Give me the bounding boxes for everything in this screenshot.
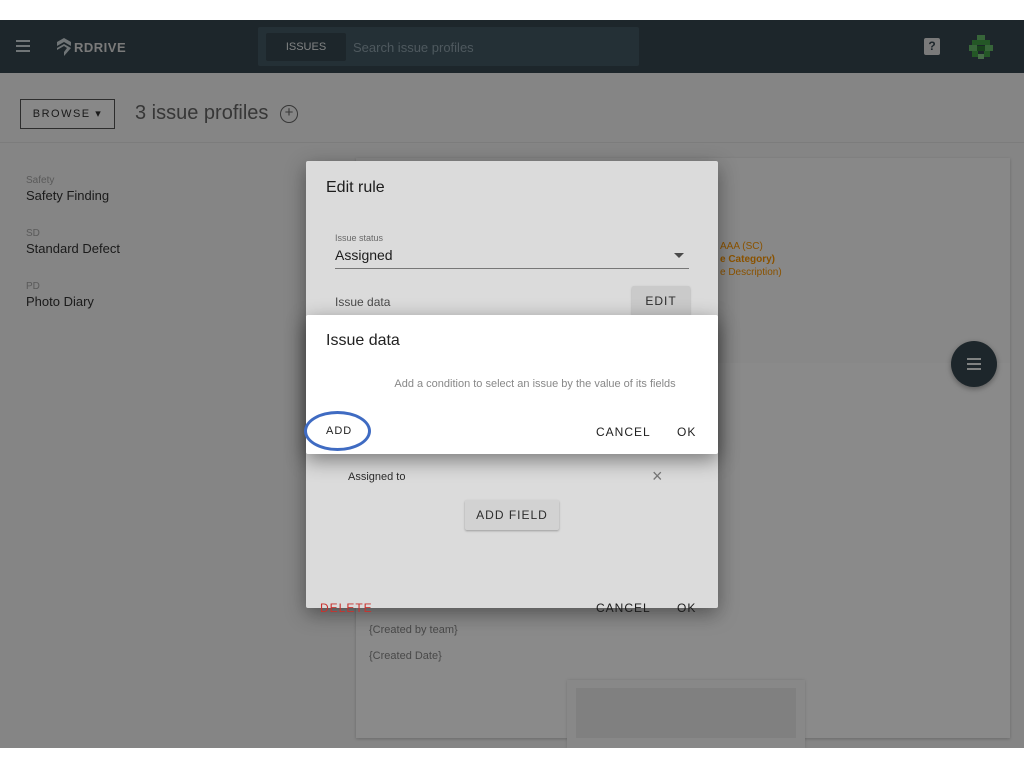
dialog-title: Issue data	[326, 332, 400, 349]
app-window: RDRIVE ISSUES ? BROWSE ▾ 3 issue profile…	[0, 20, 1024, 748]
cancel-button[interactable]: CANCEL	[596, 425, 651, 439]
ok-button[interactable]: OK	[677, 425, 696, 439]
dialog-description: Add a condition to select an issue by th…	[394, 378, 676, 390]
issue-data-dialog: Issue data Add a condition to select an …	[304, 315, 718, 454]
add-condition-button[interactable]: ADD	[326, 425, 352, 437]
